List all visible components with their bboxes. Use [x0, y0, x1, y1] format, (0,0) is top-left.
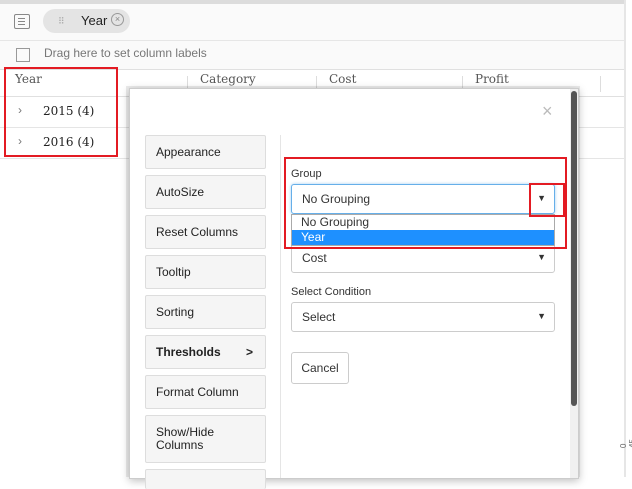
grid-menu-icon[interactable] — [14, 14, 30, 29]
column-labels-icon — [16, 48, 30, 62]
sidebar-item-label: Tooltip — [156, 265, 191, 279]
sidebar-item-reset-columns[interactable]: Reset Columns — [145, 215, 266, 249]
sidebar-item-thresholds[interactable]: Thresholds > — [145, 335, 266, 369]
caret-down-icon[interactable]: ▼ — [537, 311, 546, 321]
sidebar-item-tooltip[interactable]: Tooltip — [145, 255, 266, 289]
chip-remove-icon[interactable]: × — [111, 13, 124, 26]
cost-select-value: Cost — [302, 251, 327, 265]
cancel-button[interactable]: Cancel — [291, 352, 349, 384]
sidebar-item-sorting[interactable]: Sorting — [145, 295, 266, 329]
column-label-drop-zone[interactable]: Drag here to set column labels — [0, 41, 624, 70]
grouping-toolbar: ⠿ Year × — [0, 0, 624, 41]
condition-select-value: Select — [302, 310, 336, 324]
select-condition-label: Select Condition — [291, 286, 372, 298]
sidebar-item-label: Appearance — [156, 145, 221, 159]
sidebar-item-autosize[interactable]: AutoSize — [145, 175, 266, 209]
column-header-category[interactable]: Category — [200, 72, 256, 86]
top-strip — [0, 0, 624, 4]
sidebar-item-partial[interactable] — [145, 469, 266, 489]
highlight-dropdown-caret — [529, 183, 565, 217]
sidebar-item-label: Reset Columns — [156, 225, 239, 239]
chip-label: Year — [81, 13, 108, 28]
drop-zone-text: Drag here to set column labels — [44, 46, 207, 60]
column-settings-modal: × Appearance AutoSize Reset Columns Tool… — [129, 88, 579, 489]
sidebar-item-label: AutoSize — [156, 185, 205, 199]
edge-text: 0 45-0 — [619, 436, 632, 448]
sidebar-item-format-column[interactable]: Format Column — [145, 375, 266, 409]
caret-down-icon[interactable]: ▼ — [537, 252, 546, 262]
sidebar-item-label: Sorting — [156, 305, 195, 319]
sidebar-item-show-hide-columns[interactable]: Show/Hide Columns — [145, 415, 266, 463]
modal-scrollbar-thumb[interactable] — [571, 91, 577, 406]
close-icon[interactable]: × — [542, 101, 553, 122]
highlight-year-column — [4, 67, 118, 157]
column-header-profit[interactable]: Profit — [475, 72, 509, 86]
sidebar-item-label: Format Column — [156, 385, 239, 399]
sidebar-item-label: Show/Hide Columns — [156, 425, 215, 452]
column-header-cost[interactable]: Cost — [329, 72, 356, 86]
drag-grip-icon[interactable]: ⠿ — [58, 16, 68, 26]
condition-select[interactable]: Select ▼ — [291, 302, 555, 332]
sidebar-item-appearance[interactable]: Appearance — [145, 135, 266, 169]
year-group-chip[interactable]: ⠿ Year × — [43, 9, 130, 33]
column-divider — [600, 76, 601, 92]
sidebar-item-label: Thresholds — [156, 345, 221, 359]
highlight-group-dropdown — [284, 157, 567, 249]
chevron-right-icon: > — [245, 345, 253, 359]
grid-right-border — [624, 0, 626, 477]
sidebar-divider — [280, 135, 281, 478]
